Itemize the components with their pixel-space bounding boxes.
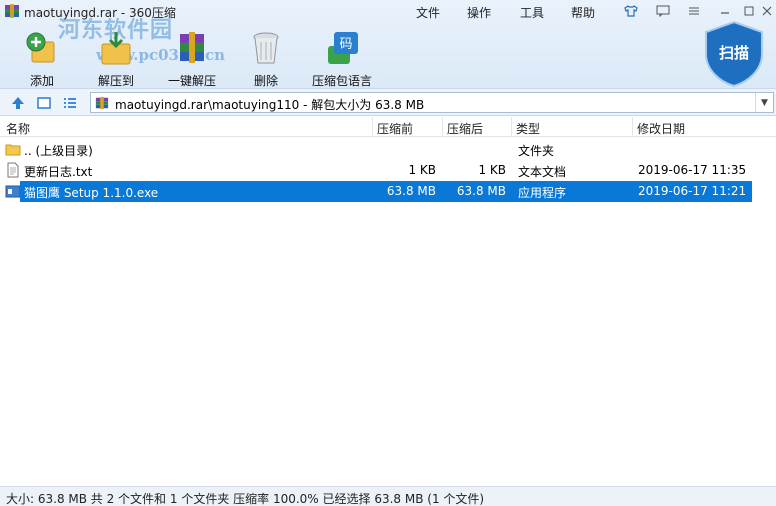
- rar-archive-icon: [95, 96, 109, 110]
- file-row[interactable]: 更新日志.txt 1 KB 1 KB 文本文档 2019-06-17 11:35: [0, 160, 752, 181]
- menu-tools[interactable]: 工具: [520, 4, 544, 21]
- column-divider[interactable]: [372, 117, 373, 137]
- chevron-down-icon: ▼: [761, 97, 768, 108]
- large-icons-view-icon[interactable]: [36, 95, 52, 111]
- top-chrome: maotuyingd.rar - 360压缩 文件 操作 工具 帮助 河东软件园…: [0, 0, 776, 88]
- status-bar: 大小: 63.8 MB 共 2 个文件和 1 个文件夹 压缩率 100.0% 已…: [0, 486, 776, 506]
- column-modified[interactable]: 修改日期: [637, 120, 685, 137]
- address-bar: maotuyingd.rar\maotuying110 - 解包大小为 63.8…: [0, 88, 776, 116]
- file-type: 应用程序: [518, 186, 567, 200]
- svg-text:码: 码: [339, 37, 352, 52]
- extract-to-label: 解压到: [97, 74, 134, 88]
- details-view-icon[interactable]: [62, 95, 78, 111]
- rar-archive-icon: [5, 4, 19, 18]
- minimize-button[interactable]: [714, 2, 736, 20]
- file-unpacked-size: 1 KB: [478, 163, 506, 177]
- exe-file-icon: [5, 185, 21, 198]
- shirt-icon: [624, 5, 638, 17]
- file-packed-size: 63.8 MB: [386, 184, 436, 198]
- path-text: maotuyingd.rar\maotuying110 - 解包大小为 63.8…: [115, 98, 425, 112]
- file-list-header: 名称 压缩前 压缩后 类型 修改日期: [0, 117, 776, 137]
- maximize-icon: [744, 6, 754, 16]
- file-modified: 2019-06-17 11:35: [638, 163, 747, 177]
- file-type: 文本文档: [518, 165, 567, 179]
- menu-operation[interactable]: 操作: [467, 4, 491, 21]
- file-unpacked-size: 63.8 MB: [456, 184, 506, 198]
- file-modified: 2019-06-17 11:21: [638, 184, 747, 198]
- extract-to-icon: [101, 32, 131, 65]
- text-file-icon: [7, 162, 19, 178]
- chat-icon: [656, 5, 670, 17]
- up-arrow-icon[interactable]: [10, 95, 26, 111]
- language-code-icon: 码: [328, 32, 358, 64]
- column-divider[interactable]: [442, 117, 443, 137]
- one-click-extract-button[interactable]: 一键解压: [166, 28, 218, 89]
- add-icon: [26, 32, 55, 63]
- path-field[interactable]: maotuyingd.rar\maotuying110 - 解包大小为 63.8…: [90, 92, 774, 113]
- minimize-icon: [721, 12, 729, 14]
- scan-button[interactable]: 扫描: [702, 20, 766, 88]
- archive-language-button[interactable]: 码 压缩包语言: [310, 28, 374, 89]
- column-divider[interactable]: [511, 117, 512, 137]
- column-packed[interactable]: 压缩前: [377, 120, 413, 137]
- feedback-button[interactable]: [652, 2, 674, 20]
- file-packed-size: 1 KB: [408, 163, 436, 177]
- path-dropdown-button[interactable]: ▼: [755, 93, 773, 112]
- skin-button[interactable]: [620, 2, 642, 20]
- file-row-parent[interactable]: .. (上级目录) 文件夹: [0, 139, 752, 160]
- add-button[interactable]: 添加: [20, 28, 64, 89]
- file-row-selected[interactable]: 猫图鹰 Setup 1.1.0.exe 63.8 MB 63.8 MB 应用程序…: [20, 181, 752, 202]
- menu-dropdown-button[interactable]: [683, 2, 705, 20]
- column-name[interactable]: 名称: [6, 120, 30, 137]
- delete-button[interactable]: 删除: [246, 28, 286, 89]
- close-icon: [762, 6, 772, 16]
- one-click-extract-icon: [180, 32, 204, 63]
- file-name: 猫图鹰 Setup 1.1.0.exe: [24, 186, 159, 200]
- file-name: 更新日志.txt: [24, 165, 93, 179]
- column-unpacked[interactable]: 压缩后: [447, 120, 483, 137]
- file-name: .. (上级目录): [24, 144, 93, 158]
- scan-label: 扫描: [718, 44, 749, 62]
- add-label: 添加: [29, 74, 54, 88]
- folder-icon: [5, 144, 21, 156]
- file-type: 文件夹: [518, 144, 555, 158]
- archive-language-label: 压缩包语言: [311, 74, 372, 88]
- one-click-extract-label: 一键解压: [167, 74, 216, 88]
- column-type[interactable]: 类型: [516, 120, 540, 137]
- delete-label: 删除: [253, 74, 278, 88]
- column-divider[interactable]: [632, 117, 633, 137]
- trash-icon: [253, 32, 279, 64]
- menu-lines-icon: [689, 7, 699, 15]
- menu-file[interactable]: 文件: [416, 4, 440, 21]
- extract-to-button[interactable]: 解压到: [94, 28, 138, 89]
- close-button[interactable]: [756, 2, 776, 20]
- status-text: 大小: 63.8 MB 共 2 个文件和 1 个文件夹 压缩率 100.0% 已…: [6, 492, 485, 506]
- menu-help[interactable]: 帮助: [571, 4, 595, 21]
